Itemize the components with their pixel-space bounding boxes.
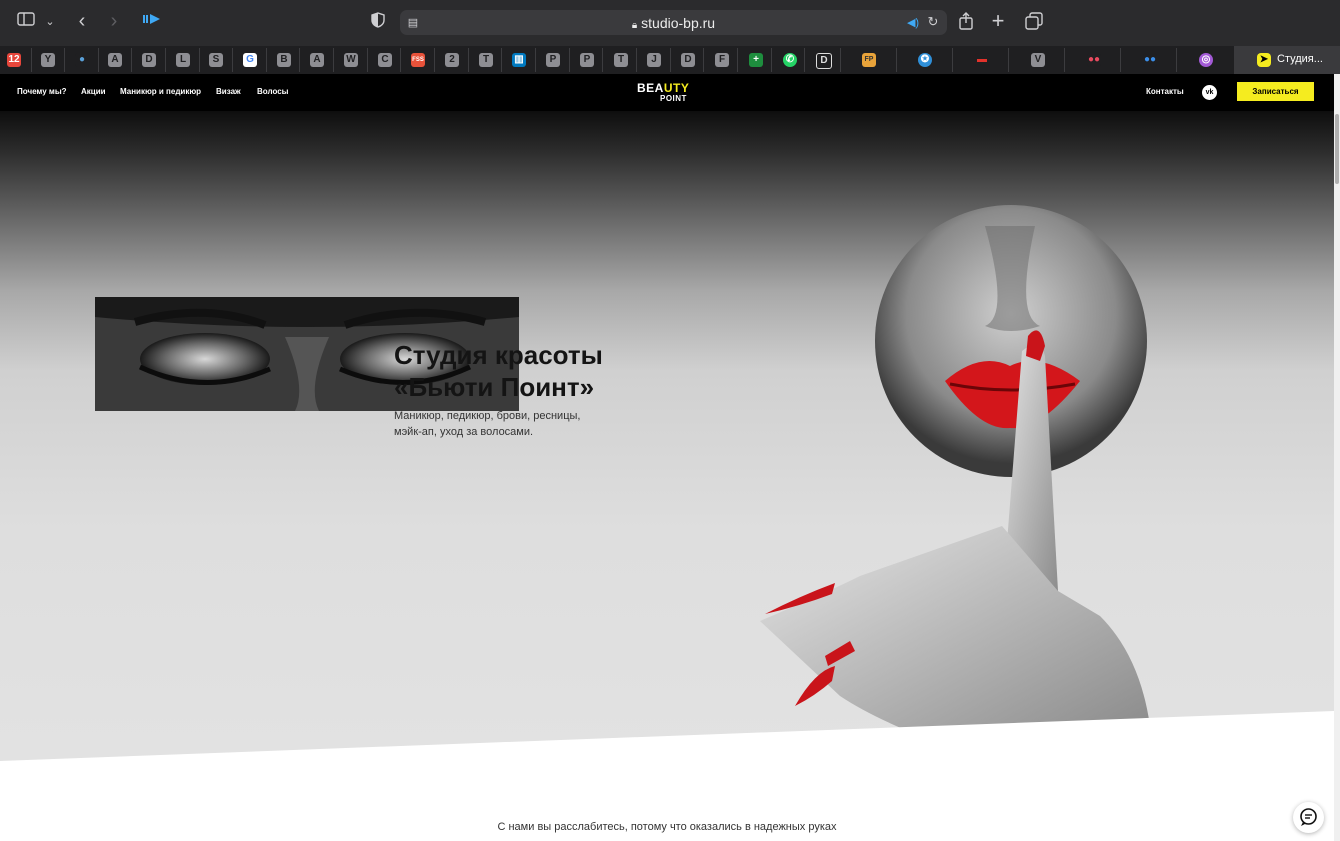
browser-toolbar: ⌄ ‹ › ▤ 🔒︎ studio-bp.ru ◀︎) ↻ + bbox=[0, 0, 1340, 46]
favorite-separator bbox=[468, 48, 469, 72]
telegram-icon: ➤ bbox=[1257, 53, 1271, 67]
favorite-podcast-icon[interactable]: ◎ bbox=[1199, 53, 1213, 67]
signup-button[interactable]: Записаться bbox=[1237, 82, 1314, 101]
shield-icon[interactable] bbox=[368, 12, 388, 34]
favorite-2-icon[interactable]: D bbox=[142, 53, 156, 67]
favorite-3-icon[interactable]: L bbox=[176, 53, 190, 67]
back-icon[interactable]: ‹ bbox=[72, 11, 92, 31]
favorite-separator bbox=[804, 48, 805, 72]
tagline-text: С нами вы расслабитесь, потому что оказа… bbox=[497, 821, 837, 833]
share-icon[interactable] bbox=[956, 12, 976, 36]
favorite-9-icon[interactable]: 2 bbox=[445, 53, 459, 67]
favorite-separator bbox=[1120, 48, 1121, 72]
forward-icon[interactable]: › bbox=[104, 11, 124, 31]
favorite-13-icon[interactable]: T bbox=[614, 53, 628, 67]
favorite-separator bbox=[31, 48, 32, 72]
site-logo-bottom: POINT bbox=[660, 94, 687, 103]
url-text: studio-bp.ru bbox=[641, 15, 716, 31]
favorite-separator bbox=[602, 48, 603, 72]
favorite-separator bbox=[1176, 48, 1177, 72]
favorite-16-icon[interactable]: F bbox=[715, 53, 729, 67]
favorite-10-icon[interactable]: T bbox=[479, 53, 493, 67]
favorite-trello-icon[interactable]: ▥ bbox=[512, 53, 526, 67]
favorite-dots-2-icon[interactable]: ●● bbox=[1143, 53, 1157, 67]
nav-hair[interactable]: Волосы bbox=[257, 87, 289, 96]
favorite-12-icon[interactable]: P bbox=[580, 53, 594, 67]
hero-bottom-diagonal bbox=[0, 711, 1334, 761]
favorite-7-icon[interactable]: W bbox=[344, 53, 358, 67]
nav-why-us[interactable]: Почему мы? bbox=[17, 87, 67, 96]
favorite-separator bbox=[840, 48, 841, 72]
favorite-15-icon[interactable]: D bbox=[681, 53, 695, 67]
favorite-separator bbox=[771, 48, 772, 72]
favorite-separator bbox=[501, 48, 502, 72]
favorite-separator bbox=[636, 48, 637, 72]
favorite-separator bbox=[1064, 48, 1065, 72]
favorite-1-icon[interactable]: A bbox=[108, 53, 122, 67]
favorite-11-icon[interactable]: P bbox=[546, 53, 560, 67]
nav-contacts[interactable]: Контакты bbox=[1146, 87, 1184, 96]
favorite-separator bbox=[367, 48, 368, 72]
favorite-dots-icon[interactable]: ●● bbox=[1087, 53, 1101, 67]
scrollbar-thumb[interactable] bbox=[1335, 114, 1339, 184]
speaker-icon[interactable]: ◀︎) bbox=[905, 13, 921, 33]
favorite-separator bbox=[737, 48, 738, 72]
favorite-fss-icon[interactable]: FSS bbox=[411, 53, 425, 67]
chevron-down-icon[interactable]: ⌄ bbox=[42, 12, 58, 32]
nav-makeup[interactable]: Визаж bbox=[216, 87, 241, 96]
vk-icon[interactable]: vk bbox=[1202, 85, 1217, 100]
favorite-separator bbox=[1008, 48, 1009, 72]
favorite-sheets-icon[interactable]: + bbox=[749, 53, 763, 67]
media-icon[interactable] bbox=[140, 12, 162, 32]
favorite-18-icon[interactable]: V bbox=[1031, 53, 1045, 67]
page-scrollbar[interactable] bbox=[1334, 74, 1340, 841]
favorite-separator bbox=[299, 48, 300, 72]
favorite-weather-icon[interactable]: ● bbox=[75, 53, 89, 67]
chat-button[interactable] bbox=[1293, 802, 1324, 833]
favorite-separator bbox=[131, 48, 132, 72]
favorite-0-icon[interactable]: Y bbox=[41, 53, 55, 67]
favorite-google-icon[interactable]: G bbox=[243, 53, 257, 67]
favorite-fp-icon[interactable]: FP bbox=[862, 53, 876, 67]
favorite-red-icon[interactable]: ▬ bbox=[975, 53, 989, 67]
favorites-bar: 12 ● G FSS ▥ + ✆ FP ✪ ▬ ●● ●● ◎ YADLSBAW… bbox=[0, 46, 1340, 74]
address-bar[interactable]: ▤ 🔒︎ studio-bp.ru ◀︎) ↻ bbox=[400, 10, 947, 35]
favorite-8-icon[interactable]: C bbox=[378, 53, 392, 67]
site-logo[interactable]: BEAUTY bbox=[637, 81, 689, 95]
favorite-separator bbox=[569, 48, 570, 72]
favorite-separator bbox=[434, 48, 435, 72]
favorite-separator bbox=[535, 48, 536, 72]
plus-icon[interactable]: + bbox=[988, 10, 1008, 32]
favorite-separator bbox=[703, 48, 704, 72]
favorite-separator bbox=[952, 48, 953, 72]
favorite-4-icon[interactable]: S bbox=[209, 53, 223, 67]
favorite-separator bbox=[896, 48, 897, 72]
tabs-icon[interactable] bbox=[1024, 12, 1044, 36]
nav-manicure[interactable]: Маникюр и педикюр bbox=[120, 87, 201, 96]
lock-icon: 🔒︎ bbox=[631, 20, 638, 31]
favorite-whatsapp-icon[interactable]: ✆ bbox=[783, 53, 797, 67]
favorite-separator bbox=[400, 48, 401, 72]
favorite-separator bbox=[98, 48, 99, 72]
favorite-star-icon[interactable]: ✪ bbox=[918, 53, 932, 67]
sidebar-icon[interactable] bbox=[16, 12, 36, 32]
favorite-17-icon[interactable]: D bbox=[816, 53, 832, 69]
site-header: Почему мы? Акции Маникюр и педикюр Визаж… bbox=[0, 74, 1334, 111]
favorite-separator bbox=[199, 48, 200, 72]
favorite-14-icon[interactable]: J bbox=[647, 53, 661, 67]
active-tab-label: Студия... bbox=[1277, 53, 1323, 65]
favorite-separator bbox=[232, 48, 233, 72]
favorite-separator bbox=[333, 48, 334, 72]
favorite-separator bbox=[64, 48, 65, 72]
favorite-separator bbox=[266, 48, 267, 72]
reload-icon[interactable]: ↻ bbox=[925, 12, 941, 32]
favorite-separator bbox=[670, 48, 671, 72]
hero-section: Студия красоты «Бьюти Поинт» Маникюр, пе… bbox=[0, 111, 1334, 761]
nav-promotions[interactable]: Акции bbox=[81, 87, 106, 96]
favorite-12-icon[interactable]: 12 bbox=[7, 53, 21, 67]
favorite-5-icon[interactable]: B bbox=[277, 53, 291, 67]
chat-icon bbox=[1300, 808, 1317, 826]
favorite-separator bbox=[165, 48, 166, 72]
favorite-6-icon[interactable]: A bbox=[310, 53, 324, 67]
